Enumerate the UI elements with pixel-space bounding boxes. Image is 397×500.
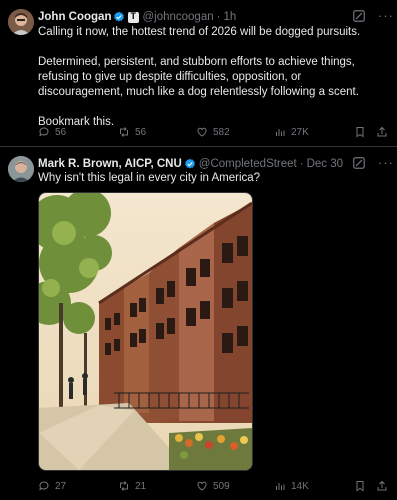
repost-button[interactable]: 21 [118,480,196,492]
view-count: 14K [291,480,309,492]
like-count: 509 [213,480,230,492]
tweet-header: Mark R. Brown, AICP, CNU @CompletedStree… [38,156,343,172]
more-options-icon[interactable]: ··· [378,8,394,23]
timestamp[interactable]: Dec 30 [307,158,343,170]
reply-button[interactable]: 56 [38,126,118,138]
tweet-paragraph: Determined, persistent, and stubborn eff… [38,56,359,98]
tweet-mark-brown[interactable]: Mark R. Brown, AICP, CNU @CompletedStree… [0,147,397,500]
handle[interactable]: @johncoogan [142,11,213,23]
tweet-paragraph: Calling it now, the hottest trend of 202… [38,26,361,38]
rowhouse-street-photo [39,193,252,470]
heart-icon [197,481,207,491]
reply-count: 27 [55,480,67,492]
tweet-header: John Coogan @johncoogan · 1h [38,9,236,25]
verified-badge-icon [114,11,125,22]
tweet-top-actions: ··· [352,155,394,170]
view-count: 27K [291,126,309,138]
repost-icon [120,481,128,491]
reply-button[interactable]: 27 [38,480,118,492]
grok-icon[interactable] [352,9,366,23]
timestamp[interactable]: 1h [223,11,236,23]
reply-count: 56 [55,126,67,138]
bookmark-icon[interactable] [354,480,366,492]
reply-icon [39,127,49,137]
display-name[interactable]: John Coogan [38,11,111,23]
share-icon[interactable] [376,480,388,492]
tweet-paragraph: Why isn't this legal in every city in Am… [38,172,261,184]
affiliate-badge-icon [128,11,140,23]
handle[interactable]: @CompletedStreet [199,158,297,170]
analytics-icon [276,483,285,490]
display-name[interactable]: Mark R. Brown, AICP, CNU [38,158,182,170]
views-button[interactable]: 27K [274,126,354,138]
more-options-icon[interactable]: ··· [378,155,394,170]
bookmark-icon[interactable] [354,126,366,138]
like-button[interactable]: 582 [196,126,274,138]
repost-icon [120,127,128,137]
repost-count: 56 [135,126,147,138]
tweet-actions: 56 56 582 27K [38,126,390,138]
repost-count: 21 [135,480,147,492]
tweet-text: Why isn't this legal in every city in Am… [38,171,388,186]
tweet-media-image[interactable] [38,192,253,471]
tweet-top-actions: ··· [352,8,394,23]
like-count: 582 [213,126,230,138]
grok-icon[interactable] [352,156,366,170]
heart-icon [197,127,207,137]
tweet-actions: 27 21 509 14K [38,480,390,492]
reply-icon [39,481,49,491]
tweet-john-coogan[interactable]: John Coogan @johncoogan · 1h ··· Calling… [0,0,397,146]
analytics-icon [276,129,285,136]
separator: · [299,158,304,170]
like-button[interactable]: 509 [196,480,274,492]
views-button[interactable]: 14K [274,480,354,492]
avatar[interactable] [8,156,34,182]
avatar[interactable] [8,9,34,35]
verified-badge-icon [184,158,195,169]
tweet-text: Calling it now, the hottest trend of 202… [38,25,388,130]
separator: · [216,11,221,23]
repost-button[interactable]: 56 [118,126,196,138]
share-icon[interactable] [376,126,388,138]
